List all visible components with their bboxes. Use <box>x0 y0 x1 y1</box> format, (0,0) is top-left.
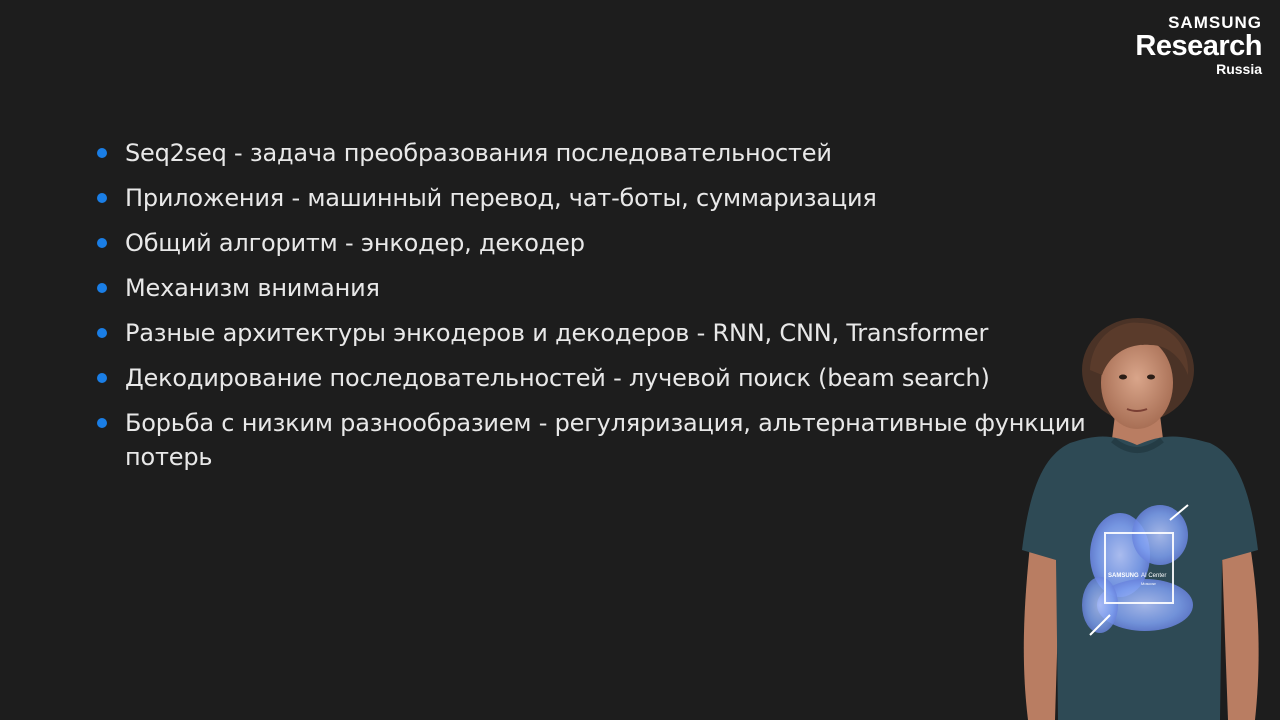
bullet-text: Приложения - машинный перевод, чат-боты,… <box>125 184 877 212</box>
arm-left-shape <box>1023 545 1060 720</box>
samsung-research-logo: SAMSUNG Research Russia <box>1135 14 1262 76</box>
bullet-text: Механизм внимания <box>125 274 380 302</box>
arm-right-shape <box>1222 545 1259 720</box>
bullet-dot-icon <box>97 328 107 338</box>
bullet-item: Декодирование последовательностей - луче… <box>95 361 1095 395</box>
video-frame: SAMSUNG Research Russia Seq2seq - задача… <box>0 0 1280 720</box>
shirt-print-title: AI Center <box>1141 573 1166 579</box>
bullet-item: Борьба с низким разнообразием - регуляри… <box>95 406 1095 474</box>
eye-right-shape <box>1147 374 1155 380</box>
bullet-dot-icon <box>97 238 107 248</box>
slide-bullet-list: Seq2seq - задача преобразования последов… <box>95 136 1095 485</box>
logo-brand: SAMSUNG <box>1168 13 1262 32</box>
shirt-print-brand: SAMSUNG <box>1108 573 1139 579</box>
bullet-item: Разные архитектуры энкодеров и декодеров… <box>95 316 1095 350</box>
logo-region: Russia <box>1216 61 1262 77</box>
bullet-dot-icon <box>97 193 107 203</box>
bullet-text: Борьба с низким разнообразием - регуляри… <box>125 409 1086 471</box>
shirt-print-city: Moscow <box>1141 581 1156 586</box>
bullet-item: Механизм внимания <box>95 271 1095 305</box>
eye-left-shape <box>1119 374 1127 380</box>
bullet-item: Seq2seq - задача преобразования последов… <box>95 136 1095 170</box>
bullet-dot-icon <box>97 148 107 158</box>
bullet-text: Разные архитектуры энкодеров и декодеров… <box>125 319 989 347</box>
bullet-dot-icon <box>97 373 107 383</box>
bullet-item: Приложения - машинный перевод, чат-боты,… <box>95 181 1095 215</box>
presenter-figure: SAMSUNG AI Center Moscow <box>1022 318 1259 720</box>
logo-research: Research <box>1135 30 1262 62</box>
bullet-text: Общий алгоритм - энкодер, декодер <box>125 229 585 257</box>
bullet-text: Декодирование последовательностей - луче… <box>125 364 990 392</box>
bullet-item: Общий алгоритм - энкодер, декодер <box>95 226 1095 260</box>
bullet-dot-icon <box>97 418 107 428</box>
bullet-text: Seq2seq - задача преобразования последов… <box>125 139 832 167</box>
bullet-dot-icon <box>97 283 107 293</box>
